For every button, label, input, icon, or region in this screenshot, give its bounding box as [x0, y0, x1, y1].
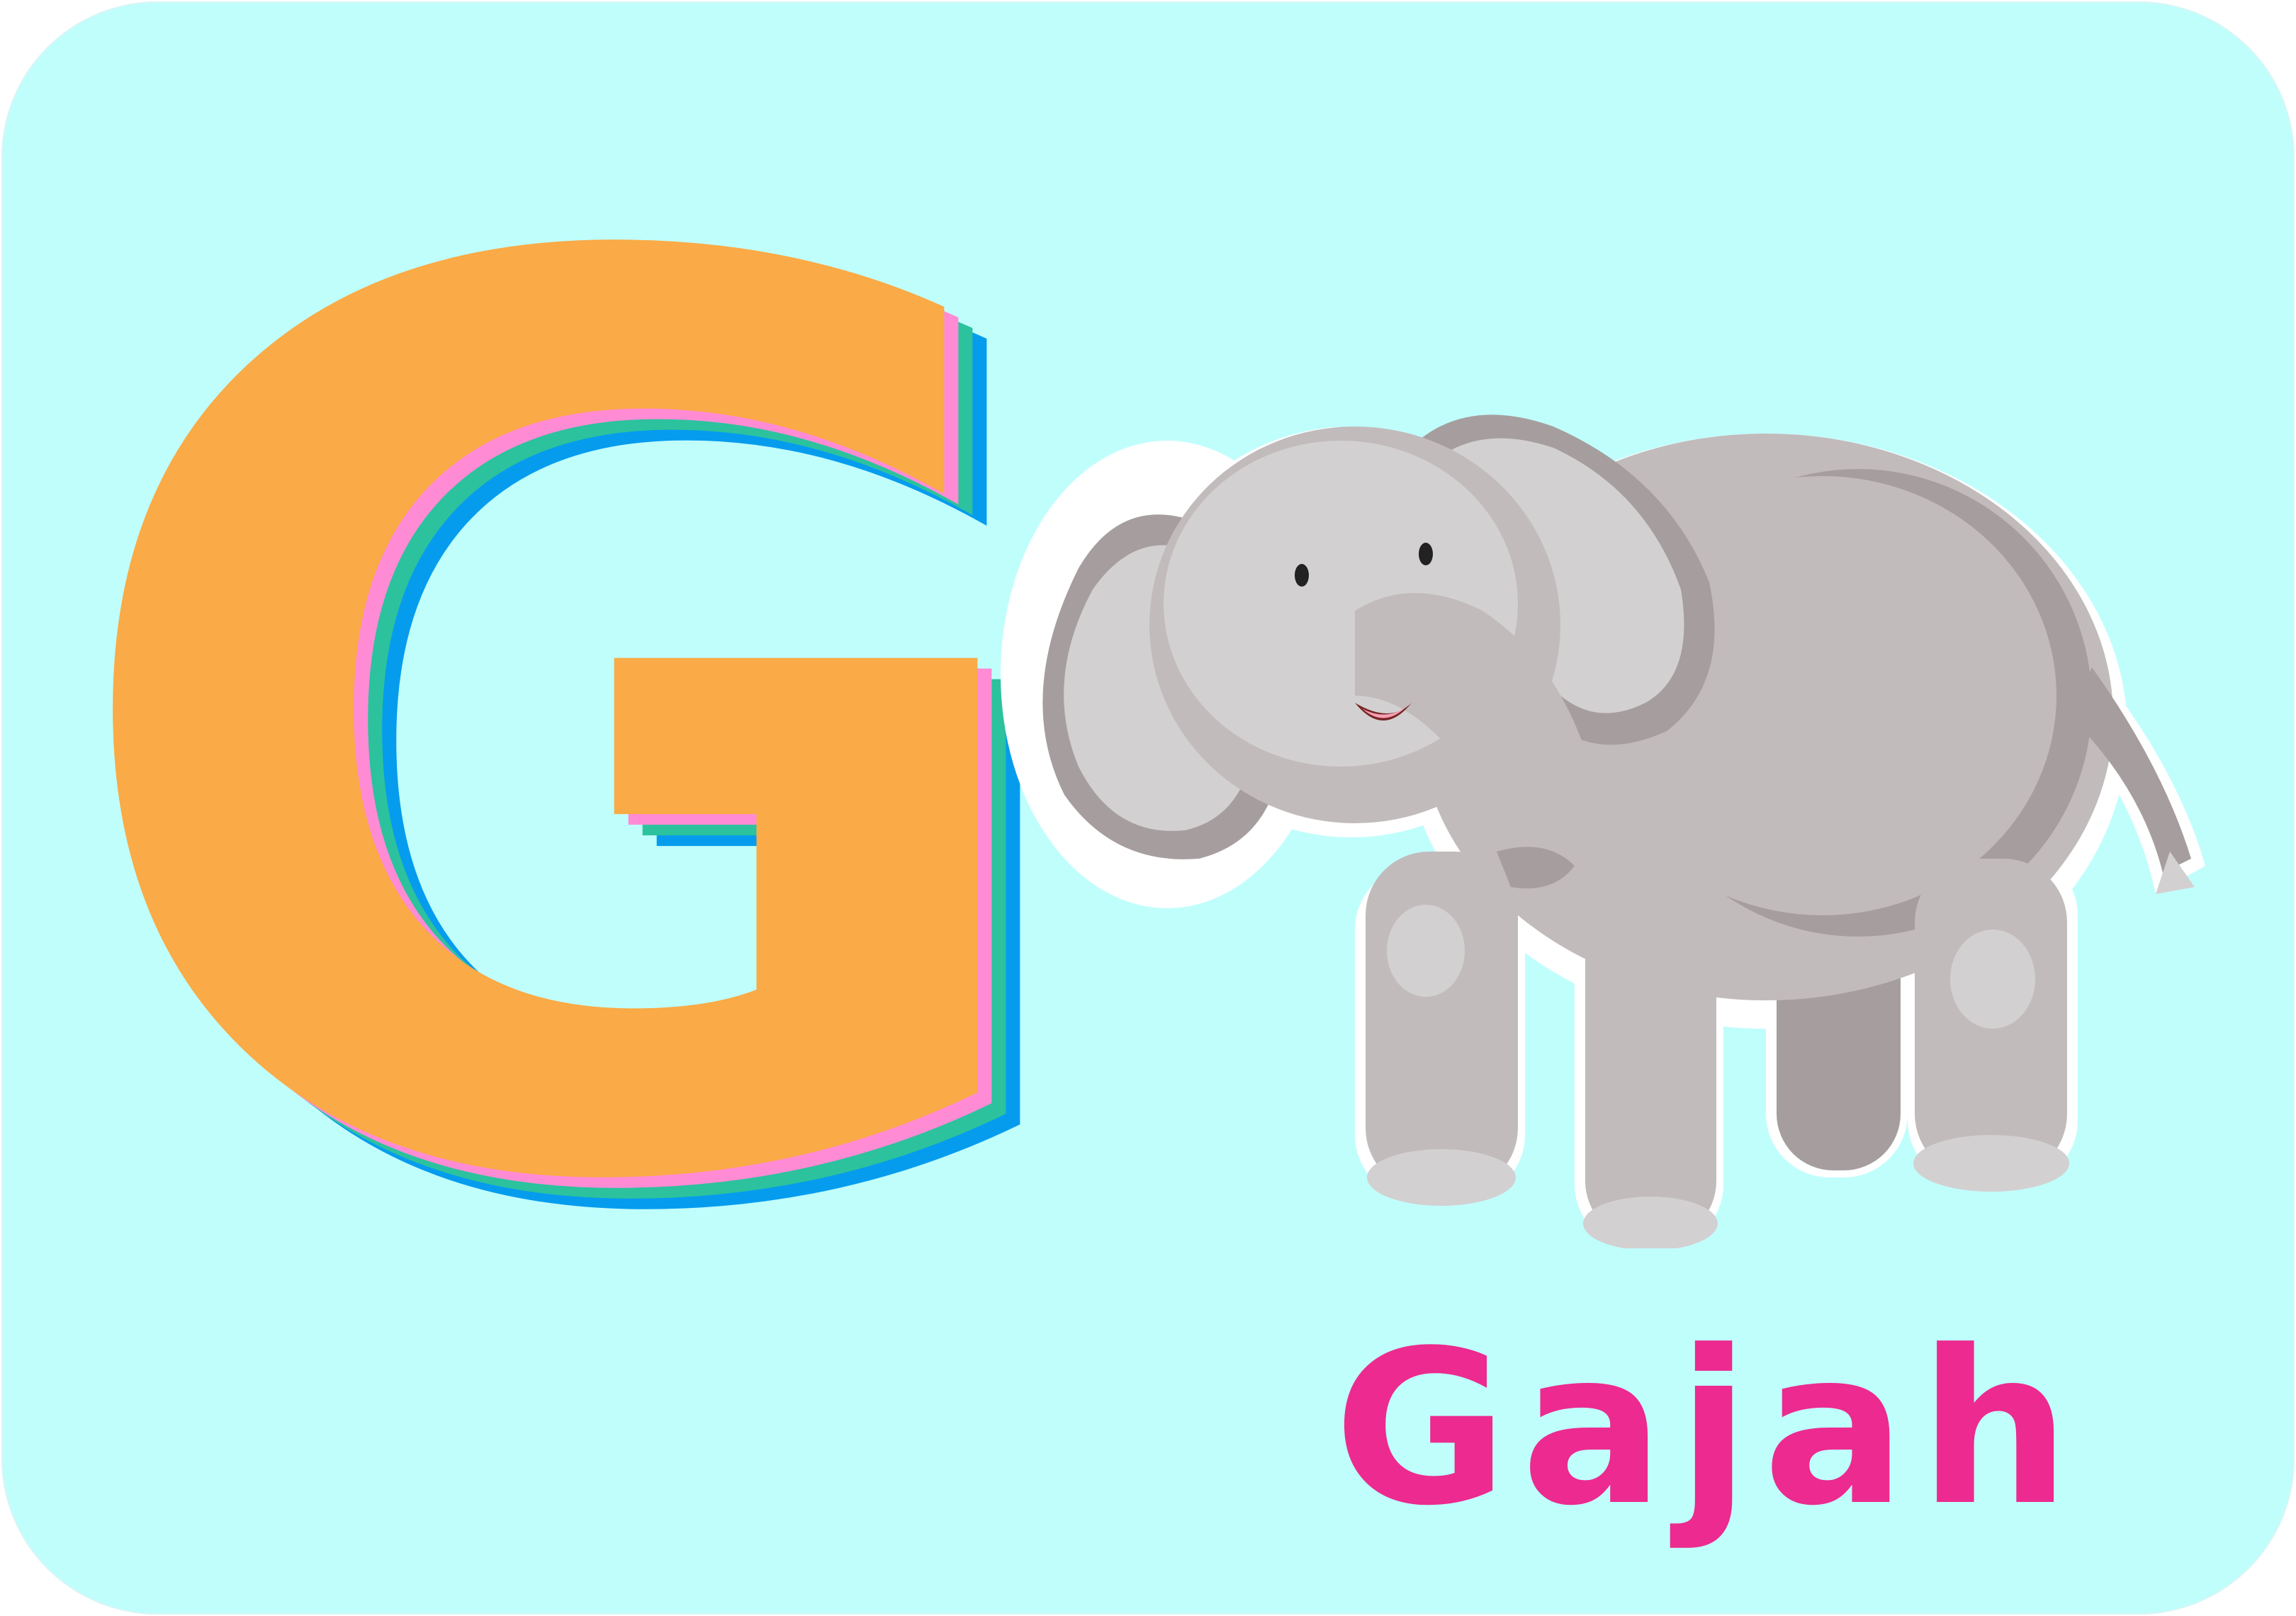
flashcard: G G G G Gajah: [1, 1, 2295, 1615]
big-letter: G G G G: [51, 111, 1111, 1383]
animal-name: Gajah: [1334, 1305, 2083, 1552]
letter-face: G: [51, 9, 1069, 1452]
elephant-icon: [986, 398, 2219, 1248]
